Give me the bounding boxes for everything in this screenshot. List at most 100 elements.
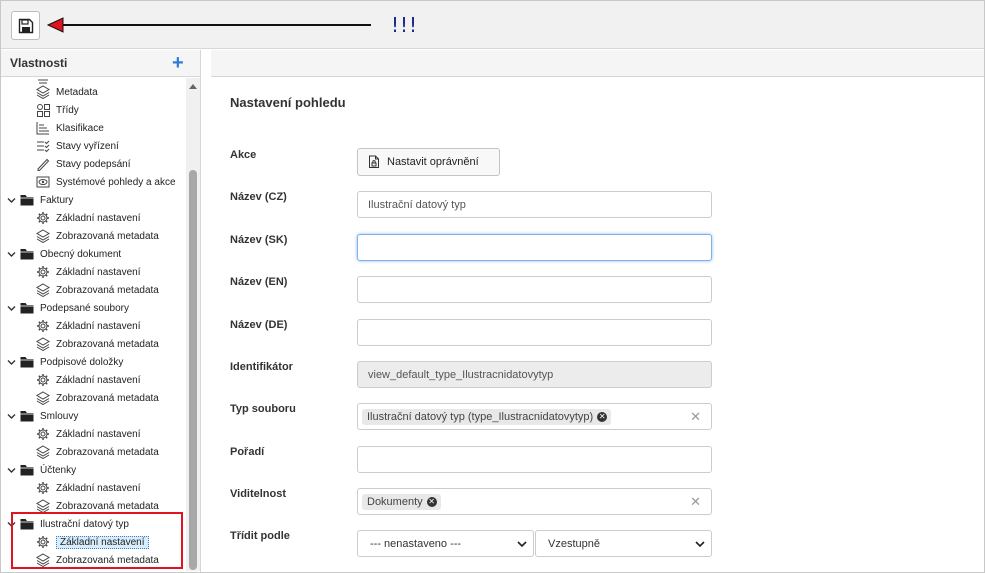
folder-icon bbox=[20, 301, 34, 315]
tree-item-metadata[interactable]: Metadata bbox=[36, 83, 98, 101]
chevron-down-icon[interactable] bbox=[6, 466, 16, 475]
tree-item-basic-settings[interactable]: Základní nastavení bbox=[36, 425, 141, 443]
tree-item-label: Zobrazovaná metadata bbox=[56, 284, 159, 296]
toolbar: !!! bbox=[1, 1, 984, 49]
tree-item-label: Klasifikace bbox=[56, 122, 104, 134]
tree-item-classes[interactable]: Třídy bbox=[36, 101, 79, 119]
tree-item-displayed-metadata[interactable]: Zobrazovaná metadata bbox=[36, 389, 159, 407]
visibility-tag: Dokumenty ✕ bbox=[362, 493, 441, 510]
order-input[interactable] bbox=[357, 446, 712, 473]
name-en-input[interactable] bbox=[357, 276, 712, 303]
scroll-up-arrow[interactable] bbox=[189, 84, 197, 89]
visibility-select[interactable]: Dokumenty ✕ ✕ bbox=[357, 488, 712, 515]
right-header bbox=[211, 50, 984, 77]
scroll-thumb[interactable] bbox=[189, 170, 197, 570]
sort-direction-select[interactable]: Vzestupně bbox=[535, 530, 712, 557]
tree-item-displayed-metadata[interactable]: Zobrazovaná metadata bbox=[36, 227, 159, 245]
layers-icon bbox=[36, 229, 50, 243]
tree-item-displayed-metadata[interactable]: Zobrazovaná metadata bbox=[36, 335, 159, 353]
section-title: Nastavení pohledu bbox=[230, 95, 346, 110]
chevron-down-icon[interactable] bbox=[6, 196, 16, 205]
name-cz-label: Název (CZ) bbox=[230, 191, 287, 203]
chevron-down-icon bbox=[517, 541, 527, 548]
properties-header: Vlastnosti + bbox=[1, 50, 200, 77]
sort-direction-value: Vzestupně bbox=[548, 537, 600, 550]
properties-panel: Vlastnosti + Metadata Třídy Klasifikace … bbox=[1, 50, 201, 572]
tree-item-basic-settings[interactable]: Základní nastavení bbox=[36, 317, 141, 335]
eye-icon bbox=[36, 175, 50, 189]
layers-icon bbox=[36, 445, 50, 459]
tree-item-label: Zobrazovaná metadata bbox=[56, 500, 159, 512]
tree-item-label: Základní nastavení bbox=[56, 374, 141, 386]
identifier-label: Identifikátor bbox=[230, 361, 293, 373]
chevron-down-icon[interactable] bbox=[6, 304, 16, 313]
tree-folder[interactable]: Obecný dokument bbox=[6, 245, 121, 263]
tree-item-signing-states[interactable]: Stavy podepsání bbox=[36, 155, 131, 173]
order-label: Pořadí bbox=[230, 446, 265, 458]
pen-icon bbox=[36, 157, 50, 171]
file-type-tag: Ilustrační datový typ (type_Ilustracnida… bbox=[362, 408, 612, 425]
tree-item-displayed-metadata[interactable]: Zobrazovaná metadata bbox=[36, 443, 159, 461]
gear-icon bbox=[36, 481, 50, 495]
identifier-input: view_default_type_Ilustracnidatovytyp bbox=[357, 361, 712, 388]
document-lock-icon bbox=[368, 155, 381, 169]
visibility-tag-label: Dokumenty bbox=[367, 495, 423, 508]
layers-icon bbox=[36, 391, 50, 405]
chevron-down-icon bbox=[695, 541, 705, 548]
clear-icon[interactable]: ✕ bbox=[690, 409, 701, 425]
tree-item-label: Zobrazovaná metadata bbox=[56, 338, 159, 350]
tree-item-label: Základní nastavení bbox=[56, 266, 141, 278]
remove-tag-icon[interactable]: ✕ bbox=[426, 496, 437, 507]
tree-folder[interactable]: Podpisové doložky bbox=[6, 353, 123, 371]
tree-folder[interactable]: Účtenky bbox=[6, 461, 76, 479]
tree-item-displayed-metadata[interactable]: Zobrazovaná metadata bbox=[36, 281, 159, 299]
folder-icon bbox=[20, 355, 34, 369]
set-permissions-label: Nastavit oprávnění bbox=[387, 156, 479, 168]
sort-field-value: --- nenastaveno --- bbox=[370, 537, 462, 550]
tree-item-basic-settings[interactable]: Základní nastavení bbox=[36, 479, 141, 497]
tree-item-classification[interactable]: Klasifikace bbox=[36, 119, 104, 137]
tree-folder[interactable]: Podepsané soubory bbox=[6, 299, 129, 317]
annotation-arrow bbox=[46, 17, 371, 33]
annotation-highlight-box bbox=[11, 512, 183, 569]
view-settings-panel: Nastavení pohledu Akce Nastavit oprávněn… bbox=[211, 50, 984, 572]
remove-tag-icon[interactable]: ✕ bbox=[597, 411, 608, 422]
folder-icon bbox=[20, 409, 34, 423]
sort-label: Třídit podle bbox=[230, 530, 290, 542]
tree-folder[interactable]: Faktury bbox=[6, 191, 73, 209]
tree-item-label: Zobrazovaná metadata bbox=[56, 446, 159, 458]
name-sk-input[interactable] bbox=[357, 234, 712, 261]
tree-item-system-views[interactable]: Systémové pohledy a akce bbox=[36, 173, 176, 191]
clear-icon[interactable]: ✕ bbox=[690, 494, 701, 510]
file-type-select[interactable]: Ilustrační datový typ (type_Ilustracnida… bbox=[357, 403, 712, 430]
tree-folder-label: Obecný dokument bbox=[40, 248, 122, 260]
add-button[interactable]: + bbox=[172, 53, 184, 73]
set-permissions-button[interactable]: Nastavit oprávnění bbox=[357, 148, 500, 176]
classification-icon bbox=[36, 121, 50, 135]
tree-item-basic-settings[interactable]: Základní nastavení bbox=[36, 209, 141, 227]
folder-icon bbox=[20, 247, 34, 261]
save-button[interactable] bbox=[11, 11, 40, 40]
tree-folder-label: Podpisové doložky bbox=[40, 356, 124, 368]
tree-folder-label: Smlouvy bbox=[40, 410, 79, 422]
tree-folder-label: Faktury bbox=[40, 194, 74, 206]
app-window: !!! Vlastnosti + Metadata Třídy Klasifik… bbox=[0, 0, 985, 573]
tree-item-resolution-states[interactable]: Stavy vyřízení bbox=[36, 137, 119, 155]
tree-item-label: Základní nastavení bbox=[56, 320, 141, 332]
chevron-down-icon[interactable] bbox=[6, 412, 16, 421]
tree-scrollbar[interactable] bbox=[186, 78, 200, 571]
visibility-label: Viditelnost bbox=[230, 488, 287, 500]
file-type-label: Typ souboru bbox=[230, 403, 296, 415]
tree-folder[interactable]: Smlouvy bbox=[6, 407, 78, 425]
name-cz-input[interactable]: Ilustrační datový typ bbox=[357, 191, 712, 218]
properties-tree: Metadata Třídy Klasifikace Stavy vyřízen… bbox=[1, 78, 186, 571]
name-de-input[interactable] bbox=[357, 319, 712, 346]
sort-field-select[interactable]: --- nenastaveno --- bbox=[357, 530, 534, 557]
chevron-down-icon[interactable] bbox=[6, 250, 16, 259]
folder-icon bbox=[20, 463, 34, 477]
tree-item-label: Metadata bbox=[56, 86, 98, 98]
tree-item-basic-settings[interactable]: Základní nastavení bbox=[36, 263, 141, 281]
chevron-down-icon[interactable] bbox=[6, 358, 16, 367]
tree-item-basic-settings[interactable]: Základní nastavení bbox=[36, 371, 141, 389]
name-sk-label: Název (SK) bbox=[230, 234, 288, 246]
